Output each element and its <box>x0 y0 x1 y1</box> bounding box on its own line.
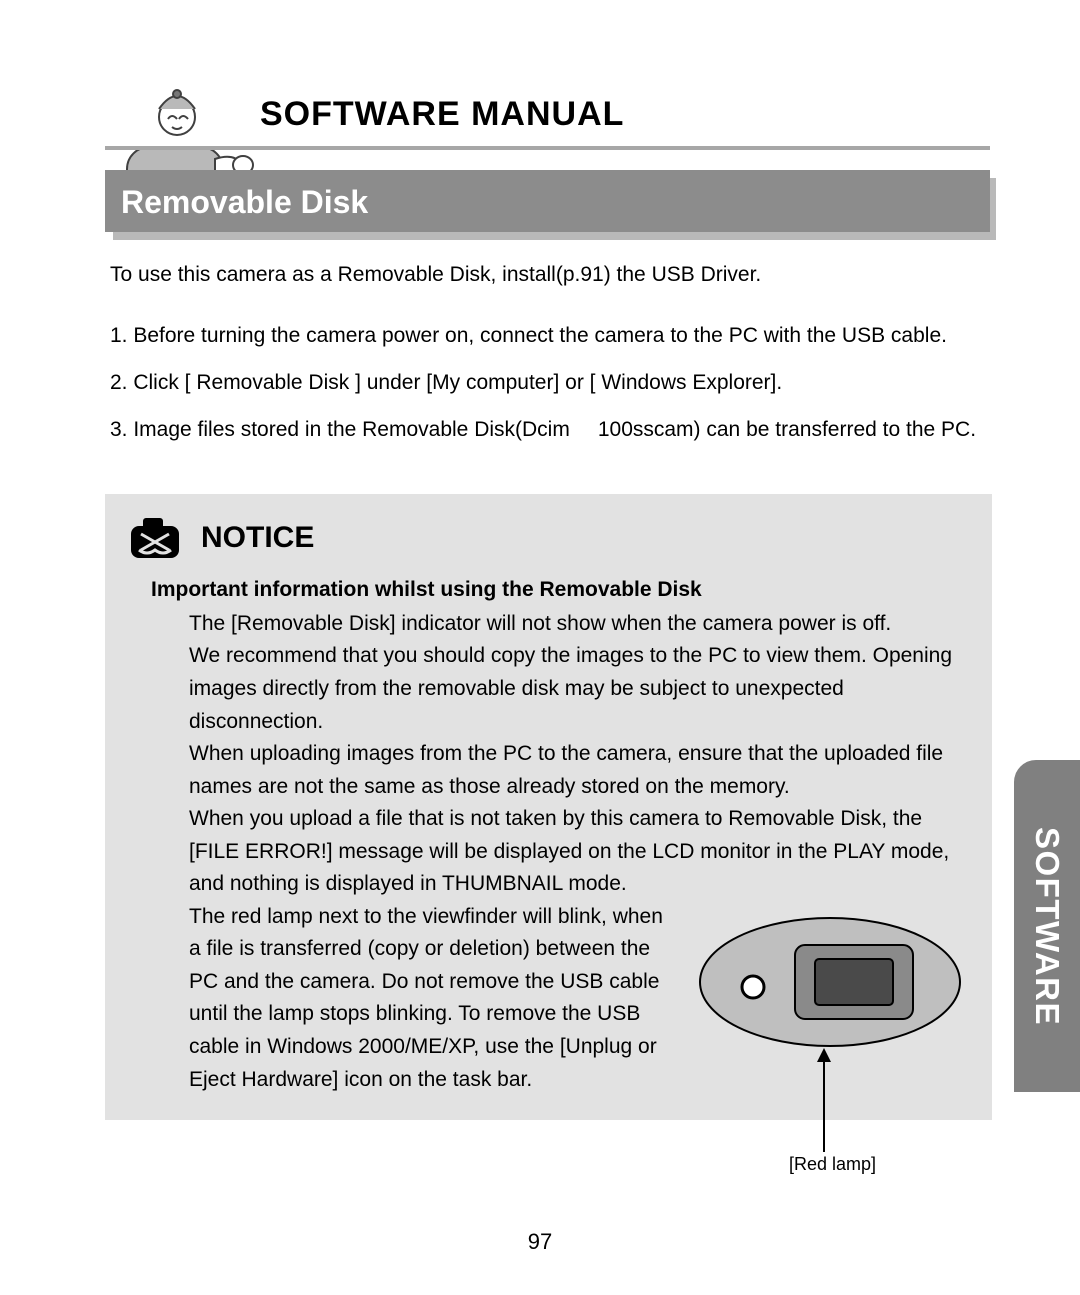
red-lamp-callout: [Red lamp] <box>105 1120 992 1190</box>
steps-list: 1. Before turning the camera power on, c… <box>110 317 990 450</box>
notice-p1: The [Removable Disk] indicator will not … <box>189 608 968 641</box>
section-heading: Removable Disk <box>105 170 990 232</box>
side-tab-label: SOFTWARE <box>1028 827 1066 1026</box>
section-title: Removable Disk <box>121 184 368 220</box>
notice-title: NOTICE <box>201 521 314 555</box>
viewfinder-figure <box>693 907 968 1057</box>
page-number: 97 <box>0 1229 1080 1255</box>
step-3b: 100sscam) can be transferred to the PC. <box>598 418 976 441</box>
side-tab: SOFTWARE <box>1014 760 1080 1092</box>
step-1: 1. Before turning the camera power on, c… <box>110 317 990 356</box>
arrow-line <box>823 1050 825 1152</box>
camera-notice-icon <box>129 516 181 560</box>
manual-page: SOFTWARE MANUAL Removable Disk To use th… <box>0 0 1080 1295</box>
notice-p4: When you upload a file that is not taken… <box>189 803 968 901</box>
page-title: SOFTWARE MANUAL <box>260 95 624 133</box>
notice-p3: When uploading images from the PC to the… <box>189 738 968 803</box>
section-bar: Removable Disk <box>105 170 990 232</box>
header-block: SOFTWARE MANUAL <box>105 95 990 150</box>
notice-heading: NOTICE <box>129 516 968 560</box>
notice-subtitle: Important information whilst using the R… <box>151 578 968 602</box>
step-2: 2. Click [ Removable Disk ] under [My co… <box>110 364 990 403</box>
notice-p5-wrap: The red lamp next to the viewfinder will… <box>189 901 968 1096</box>
content-body: To use this camera as a Removable Disk, … <box>110 260 990 450</box>
title-underline: SOFTWARE MANUAL <box>105 95 990 150</box>
notice-box: NOTICE Important information whilst usin… <box>105 494 992 1120</box>
step-3: 3. Image files stored in the Removable D… <box>110 411 990 450</box>
step-3a: 3. Image files stored in the Removable D… <box>110 418 570 441</box>
notice-body: The [Removable Disk] indicator will not … <box>189 608 968 1096</box>
notice-p5: The red lamp next to the viewfinder will… <box>189 905 663 1091</box>
notice-p2: We recommend that you should copy the im… <box>189 640 968 738</box>
red-lamp-label: [Red lamp] <box>789 1154 876 1175</box>
intro-text: To use this camera as a Removable Disk, … <box>110 260 990 289</box>
